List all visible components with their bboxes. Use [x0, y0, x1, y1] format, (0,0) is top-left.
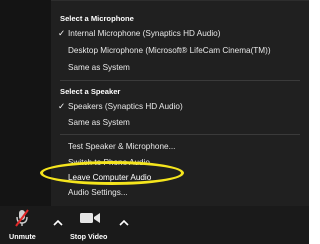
- menu-divider: [60, 134, 300, 135]
- video-camera-icon: [80, 213, 100, 223]
- stop-video-label: Stop Video: [70, 232, 108, 241]
- highlight-ellipse: [40, 161, 184, 185]
- speaker-section-title: Select a Speaker: [60, 87, 121, 96]
- menu-item-internal-microphone[interactable]: Internal Microphone (Synaptics HD Audio): [68, 29, 220, 38]
- menu-item-speaker-same-as-system[interactable]: Same as System: [68, 118, 130, 127]
- muted-microphone-icon: [15, 209, 29, 227]
- microphone-section-title: Select a Microphone: [60, 14, 134, 23]
- selected-check-icon: ✓: [58, 28, 66, 38]
- video-options-caret-icon[interactable]: [118, 218, 130, 228]
- unmute-label: Unmute: [9, 232, 36, 241]
- left-edge-panel: [0, 0, 51, 210]
- stop-video-button[interactable]: Stop Video: [66, 206, 114, 244]
- menu-divider: [60, 80, 300, 81]
- menu-item-test-speaker-microphone[interactable]: Test Speaker & Microphone...: [68, 142, 175, 151]
- selected-check-icon: ✓: [58, 101, 66, 111]
- meeting-toolbar: Unmute Stop Video: [0, 206, 309, 244]
- menu-item-speakers[interactable]: Speakers (Synaptics HD Audio): [68, 102, 183, 111]
- zoom-audio-window: Select a Microphone ✓ Internal Microphon…: [0, 0, 309, 244]
- unmute-button[interactable]: Unmute: [0, 206, 44, 244]
- menu-item-desktop-microphone[interactable]: Desktop Microphone (Microsoft® LifeCam C…: [68, 46, 271, 55]
- menu-item-microphone-same-as-system[interactable]: Same as System: [68, 63, 130, 72]
- menu-item-audio-settings[interactable]: Audio Settings...: [68, 188, 128, 197]
- audio-options-caret-icon[interactable]: [52, 218, 64, 228]
